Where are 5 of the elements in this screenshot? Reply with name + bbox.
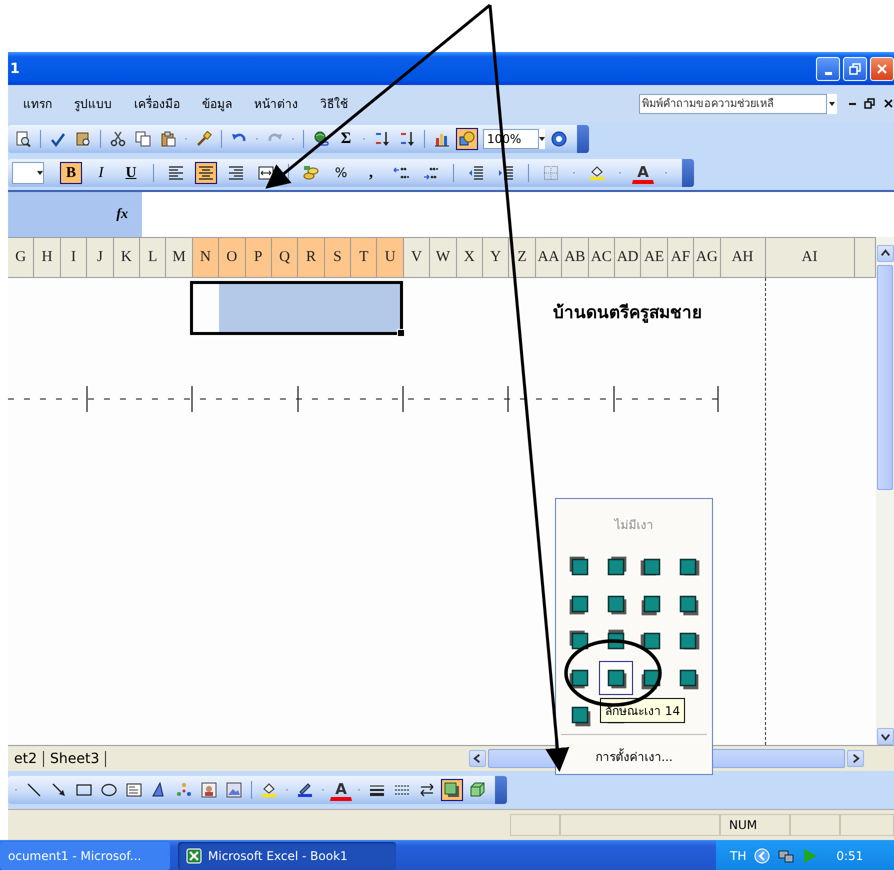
tooltip: ลักษณะเงา 14: [600, 698, 686, 723]
clock: 0:51: [836, 849, 864, 863]
window-title: 1: [9, 60, 20, 76]
cell-text: บ้านดนตรีครูสมชาย: [553, 302, 702, 325]
status-indicator: NUM: [720, 814, 790, 836]
